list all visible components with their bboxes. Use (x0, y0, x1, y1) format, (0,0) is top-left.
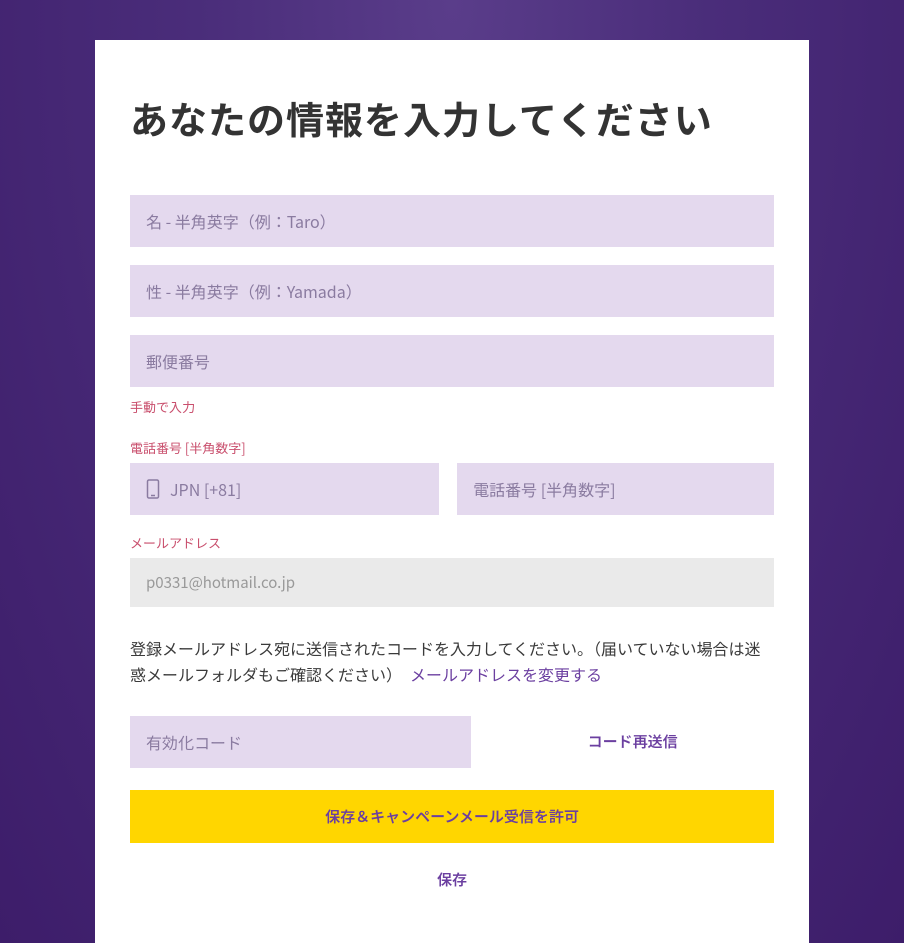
email-input (130, 558, 774, 607)
phone-country-selector[interactable]: JPN [+81] (130, 463, 439, 515)
instruction-text: 登録メールアドレス宛に送信されたコードを入力してください。（届いていない場合は迷… (130, 635, 774, 688)
page-title: あなたの情報を入力してください (130, 90, 774, 145)
phone-number-input[interactable] (457, 463, 774, 515)
email-label: メールアドレス (130, 533, 774, 552)
manual-input-link[interactable]: 手動で入力 (130, 397, 774, 416)
phone-row: JPN [+81] (130, 463, 774, 515)
activation-code-input[interactable] (130, 716, 471, 768)
activation-code-row: コード再送信 (130, 716, 774, 768)
resend-code-link[interactable]: コード再送信 (491, 731, 774, 752)
postal-code-input[interactable] (130, 335, 774, 387)
phone-country-text: JPN [+81] (170, 477, 241, 501)
save-button[interactable]: 保存 (130, 861, 774, 898)
save-allow-campaign-button[interactable]: 保存＆キャンペーンメール受信を許可 (130, 790, 774, 843)
first-name-input[interactable] (130, 195, 774, 247)
last-name-input[interactable] (130, 265, 774, 317)
form-card: あなたの情報を入力してください 手動で入力 電話番号 [半角数字] JPN [+… (95, 40, 809, 943)
change-email-link[interactable]: メールアドレスを変更する (410, 662, 602, 686)
phone-label: 電話番号 [半角数字] (130, 438, 774, 457)
mobile-icon (146, 479, 160, 499)
